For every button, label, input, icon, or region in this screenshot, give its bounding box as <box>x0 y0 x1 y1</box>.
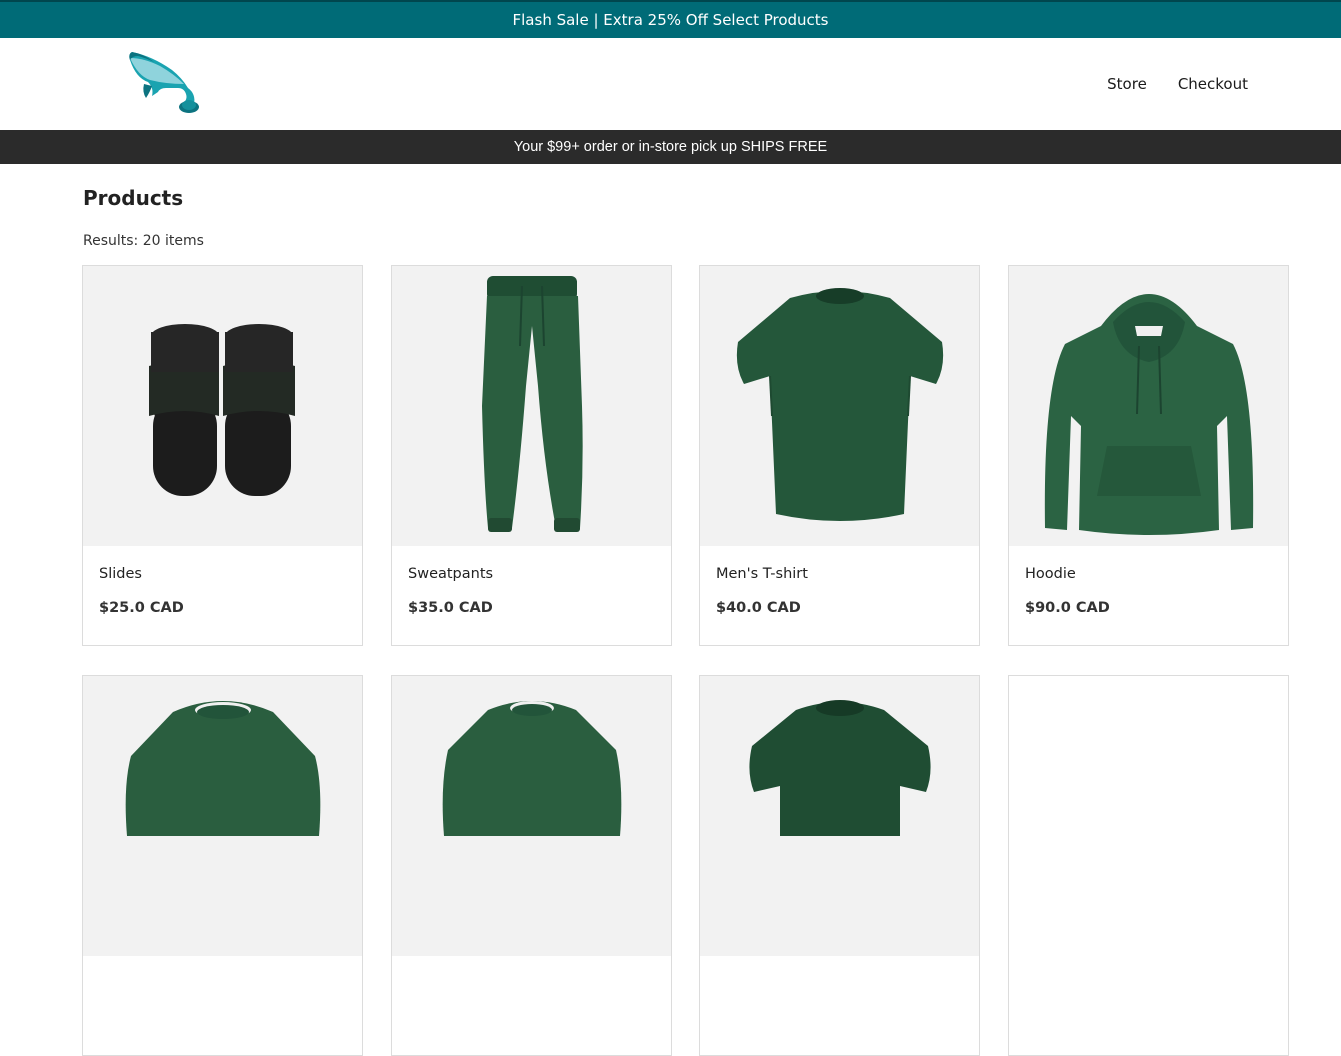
product-name: Men's T-shirt <box>716 566 808 582</box>
sweatshirt-image <box>83 676 362 956</box>
hoodie-image <box>1009 266 1288 546</box>
product-card-slides[interactable]: Slides $25.0 CAD <box>82 265 363 646</box>
whale-logo-icon[interactable] <box>126 48 202 118</box>
product-card-hoodie[interactable]: Hoodie $90.0 CAD <box>1008 265 1289 646</box>
main-nav: Store Checkout <box>1107 38 1248 130</box>
shipping-banner: Your $99+ order or in-store pick up SHIP… <box>0 130 1341 164</box>
product-name: Hoodie <box>1025 566 1076 582</box>
product-card-mens-tshirt[interactable]: Men's T-shirt $40.0 CAD <box>699 265 980 646</box>
nav-link-store[interactable]: Store <box>1107 75 1147 93</box>
slides-image <box>83 266 362 546</box>
shipping-text: Your $99+ order or in-store pick up SHIP… <box>513 139 828 155</box>
product-card[interactable] <box>699 675 980 1056</box>
product-image-placeholder <box>1009 676 1288 956</box>
product-card[interactable] <box>391 675 672 1056</box>
page-title: Products <box>83 186 184 210</box>
product-price: $35.0 CAD <box>408 600 493 616</box>
site-header: Store Checkout <box>0 38 1341 130</box>
product-card-sweatpants[interactable]: Sweatpants $35.0 CAD <box>391 265 672 646</box>
product-price: $40.0 CAD <box>716 600 801 616</box>
tshirt-image <box>700 266 979 546</box>
sweatpants-image <box>392 266 671 546</box>
product-name: Sweatpants <box>408 566 494 582</box>
nav-link-checkout[interactable]: Checkout <box>1178 75 1248 93</box>
product-price: $90.0 CAD <box>1025 600 1110 616</box>
tshirt-image <box>700 676 979 956</box>
sweatshirt-image <box>392 676 671 956</box>
results-count: Results: 20 items <box>83 233 204 249</box>
product-name: Slides <box>99 566 142 582</box>
product-price: $25.0 CAD <box>99 600 184 616</box>
promo-banner: Flash Sale | Extra 25% Off Select Produc… <box>0 0 1341 38</box>
promo-text: Flash Sale | Extra 25% Off Select Produc… <box>512 11 829 29</box>
product-card[interactable] <box>1008 675 1289 1056</box>
product-card[interactable] <box>82 675 363 1056</box>
